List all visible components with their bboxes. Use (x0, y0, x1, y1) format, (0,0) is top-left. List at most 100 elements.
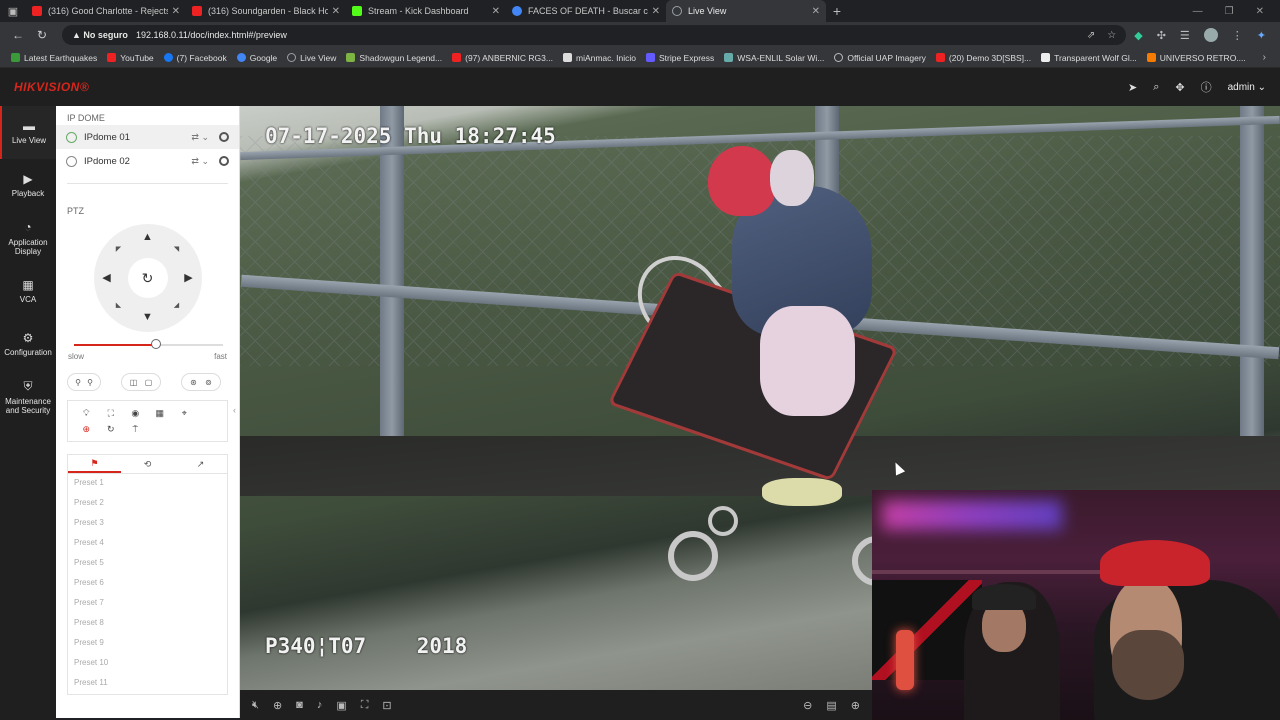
profile-avatar[interactable] (1203, 28, 1218, 42)
zoom-out-icon[interactable]: ⚲ (75, 378, 81, 387)
browser-tab[interactable]: FACES OF DEATH - Buscar con Goo✕ (506, 0, 666, 22)
preset-item[interactable]: Preset 4 (68, 534, 227, 554)
puzzle-icon[interactable]: ✣ (1157, 29, 1166, 42)
focus-frame-icon[interactable]: ⛶ (108, 408, 114, 419)
3d-zoom-icon[interactable]: ⊕ (82, 424, 90, 435)
copilot-icon[interactable]: ✦ (1257, 29, 1266, 42)
record-clip-icon[interactable]: ▣ (336, 699, 346, 712)
bookmark[interactable]: Official UAP Imagery (829, 53, 931, 63)
bookmark[interactable]: Latest Earthquakes (6, 53, 102, 63)
manual-tracking-icon[interactable]: ⌖ (182, 408, 187, 419)
preset-item[interactable]: Preset 1 (68, 474, 227, 494)
menu-grid-icon[interactable]: ▦ (155, 408, 164, 419)
window-layout-icon[interactable]: ▤ (826, 699, 836, 712)
maximize-icon[interactable]: ❐ (1225, 6, 1234, 17)
omnibox[interactable]: ▲ No seguro 192.168.0.11/doc/index.html#… (62, 25, 1127, 45)
camera-item[interactable]: IPdome 01 ⇄ ⌄ (56, 125, 239, 149)
park-action-icon[interactable]: ↻ (107, 424, 115, 435)
arrow-down-right-icon[interactable]: ◢ (170, 298, 184, 312)
zoom-in-icon[interactable]: ⚲ (87, 378, 93, 387)
close-icon[interactable]: ✕ (812, 6, 820, 17)
close-window-icon[interactable]: ✕ (1256, 6, 1264, 17)
fullscreen-region-icon[interactable]: ⊡ (382, 699, 391, 712)
tab-presets[interactable]: ⚑ (68, 455, 121, 473)
capture-icon[interactable]: ◙ (296, 699, 303, 711)
bookmark[interactable]: YouTube (102, 53, 158, 63)
bookmark[interactable]: Google (232, 53, 282, 63)
ptz-speed-slider[interactable] (74, 338, 223, 358)
close-icon[interactable]: ✕ (652, 6, 660, 17)
preset-item[interactable]: Preset 2 (68, 494, 227, 514)
light-icon[interactable]: 💡︎ (83, 408, 89, 419)
preset-item[interactable]: Preset 7 (68, 594, 227, 614)
bookmark[interactable]: Live View (282, 53, 341, 63)
bookmark[interactable]: (20) Demo 3D[SBS]... (931, 53, 1036, 63)
shield-extension-icon[interactable]: ◆ (1134, 29, 1142, 42)
close-icon[interactable]: ✕ (332, 6, 340, 17)
wiper-icon[interactable]: ⍑ (133, 424, 138, 435)
next-icon[interactable]: ⊕ (851, 699, 860, 712)
digital-zoom-icon[interactable]: ⊕ (273, 699, 282, 712)
security-warning[interactable]: ▲ No seguro (72, 30, 128, 40)
browser-tab[interactable]: Stream - Kick Dashboard ✕ (346, 0, 506, 22)
microphone-icon[interactable]: ♪ (317, 699, 323, 711)
tab-pattern[interactable]: ↗ (174, 455, 227, 473)
bookmark[interactable]: WSA-ENLIL Solar Wi... (719, 53, 829, 63)
preset-item[interactable]: Preset 3 (68, 514, 227, 534)
arrow-down-left-icon[interactable]: ◣ (112, 298, 126, 312)
bookmark[interactable]: UNIVERSO RETRO.... (1142, 53, 1251, 63)
search-icon[interactable]: ⌕ (1153, 81, 1159, 94)
tab-patrol[interactable]: ⟲ (121, 455, 174, 473)
info-icon[interactable]: ⓘ (1201, 79, 1212, 95)
nav-playback[interactable]: ▶ Playback (0, 159, 56, 212)
user-menu[interactable]: admin ⌄ (1228, 82, 1266, 93)
record-icon[interactable] (219, 132, 229, 142)
previous-icon[interactable]: ⊖ (803, 699, 812, 712)
preset-item[interactable]: Preset 6 (68, 574, 227, 594)
share-icon[interactable]: ⇗ (1087, 30, 1095, 41)
preset-item[interactable]: Preset 8 (68, 614, 227, 634)
browser-tab-active[interactable]: Live View ✕ (666, 0, 826, 22)
menu-dots-icon[interactable]: ⋮ (1232, 29, 1243, 42)
bookmark[interactable]: (7) Facebook (159, 53, 232, 63)
nav-application-display[interactable]: ◔ Application Display (0, 212, 56, 265)
reload-icon[interactable]: ↻ (30, 28, 54, 42)
new-tab-button[interactable]: + (826, 3, 848, 19)
browser-tab[interactable]: (316) Soundgarden - Black Hole ✕ (186, 0, 346, 22)
focus-far-icon[interactable]: ▢ (145, 378, 153, 387)
tab-search-icon[interactable]: ▣ (0, 0, 26, 22)
nav-configuration[interactable]: ⚙ Configuration (0, 318, 56, 371)
nav-vca[interactable]: ▦ VCA (0, 265, 56, 318)
close-icon[interactable]: ✕ (172, 6, 180, 17)
speed-slider-handle[interactable] (150, 339, 161, 349)
arrow-up-right-icon[interactable]: ◥ (170, 242, 184, 256)
preset-item[interactable]: Preset 5 (68, 554, 227, 574)
browser-tab[interactable]: (316) Good Charlotte - Rejects (Of✕ (26, 0, 186, 22)
reading-list-icon[interactable]: ☰ (1180, 29, 1190, 42)
plugin-icon[interactable]: ✥ (1175, 81, 1184, 94)
arrow-down-icon[interactable]: ▼ (141, 310, 155, 324)
arrow-up-left-icon[interactable]: ◤ (112, 242, 126, 256)
arrow-right-icon[interactable]: ▶ (182, 270, 196, 284)
bookmark[interactable]: (97) ANBERNIC RG3... (447, 53, 558, 63)
record-icon[interactable] (219, 156, 229, 166)
stream-switch-icon[interactable]: ⇄ ⌄ (191, 156, 209, 167)
preset-item[interactable]: Preset 11 (68, 674, 227, 694)
one-touch-focus-icon[interactable]: ◉ (131, 408, 139, 419)
arrow-left-icon[interactable]: ◀ (100, 270, 114, 284)
mute-icon[interactable]: 🔇︎ (252, 699, 259, 712)
nav-maintenance-security[interactable]: ⛨ Maintenance and Security (0, 371, 56, 424)
preset-item[interactable]: Preset 9 (68, 634, 227, 654)
back-icon[interactable]: ← (6, 28, 30, 42)
stream-switch-icon[interactable]: ⇄ ⌄ (191, 132, 209, 143)
send-icon[interactable]: ➤ (1128, 81, 1137, 94)
iris-close-icon[interactable]: ⊚ (205, 378, 212, 387)
iris-open-icon[interactable]: ⊛ (190, 378, 197, 387)
focus-near-icon[interactable]: ◫ (130, 378, 138, 387)
preset-item[interactable]: Preset 10 (68, 654, 227, 674)
bookmark[interactable]: Shadowgun Legend... (341, 53, 447, 63)
camera-item[interactable]: IPdome 02 ⇄ ⌄ (56, 149, 239, 173)
chevron-right-icon[interactable]: › (1263, 52, 1274, 63)
auto-scan-button[interactable]: ↻ (127, 258, 168, 298)
bookmark[interactable]: Stripe Express (641, 53, 719, 63)
